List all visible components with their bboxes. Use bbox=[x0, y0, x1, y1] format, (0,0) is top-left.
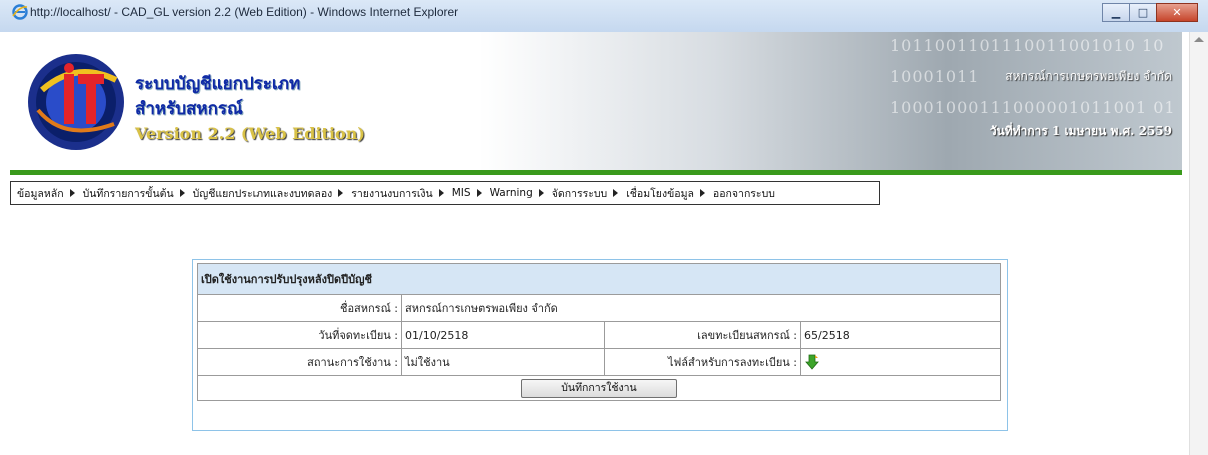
coop-name-header: สหกรณ์การเกษตรพอเพียง จำกัด bbox=[1005, 69, 1172, 83]
registration-file-cell bbox=[800, 348, 1001, 376]
menu-item-master-data[interactable]: ข้อมูลหลัก bbox=[17, 185, 83, 202]
registration-file-label: ไฟล์สำหรับการลงทะเบียน : bbox=[604, 348, 801, 376]
submenu-arrow-icon bbox=[338, 189, 344, 197]
banner-binary-decoration: 10001011 bbox=[890, 67, 980, 86]
maximize-button[interactable]: □ bbox=[1129, 3, 1157, 22]
coop-name-value: สหกรณ์การเกษตรพอเพียง จำกัด bbox=[401, 294, 1001, 322]
banner-divider bbox=[10, 170, 1182, 175]
submenu-arrow-icon bbox=[699, 189, 705, 197]
coop-info-table: เปิดใช้งานการปรับปรุงหลังปิดปีบัญชี ชื่อ… bbox=[197, 263, 1001, 401]
banner-binary-decoration: 1011001101110011001010 10 bbox=[890, 36, 1165, 55]
minimize-icon: ▁ bbox=[1111, 6, 1121, 19]
menu-item-label: จัดการระบบ bbox=[551, 187, 608, 200]
reopen-adjustment-panel: เปิดใช้งานการปรับปรุงหลังปิดปีบัญชี ชื่อ… bbox=[192, 259, 1008, 431]
page-content: 1011001101110011001010 10 10001011 10001… bbox=[0, 32, 1190, 455]
submenu-arrow-icon bbox=[613, 189, 619, 197]
app-title-line2: สำหรับสหกรณ์ bbox=[135, 99, 243, 119]
reg-date-value: 01/10/2518 bbox=[401, 321, 605, 349]
menu-item-label: MIS bbox=[451, 187, 471, 199]
panel-title: เปิดใช้งานการปรับปรุงหลังปิดปีบัญชี bbox=[197, 263, 1001, 295]
download-arrow-icon[interactable] bbox=[804, 354, 820, 370]
menu-item-financial-report[interactable]: รายงานงบการเงิน bbox=[351, 185, 451, 202]
menu-item-label: รายงานงบการเงิน bbox=[351, 187, 433, 200]
fas-logo-icon bbox=[28, 54, 124, 150]
menu-item-data-link[interactable]: เชื่อมโยงข้อมูล bbox=[626, 185, 713, 202]
banner-binary-decoration: 10001000111000001011001 01 bbox=[890, 98, 1176, 117]
menu-item-ledger[interactable]: บัญชีแยกประเภทและงบทดลอง bbox=[193, 185, 352, 202]
app-version: Version 2.2 (Web Edition) bbox=[135, 124, 365, 143]
menu-item-system-admin[interactable]: จัดการระบบ bbox=[552, 185, 626, 202]
app-title-line1: ระบบบัญชีแยกประเภท bbox=[135, 74, 301, 94]
menu-item-label: ออกจากระบบ bbox=[712, 187, 775, 200]
reg-no-value: 65/2518 bbox=[800, 321, 1001, 349]
submenu-arrow-icon bbox=[179, 189, 185, 197]
submenu-arrow-icon bbox=[476, 189, 482, 197]
maximize-icon: □ bbox=[1137, 6, 1149, 19]
scroll-up-icon[interactable] bbox=[1194, 37, 1204, 42]
main-menu: ข้อมูลหลัก บันทึกรายการขั้นต้น บัญชีแยกป… bbox=[10, 181, 880, 205]
menu-item-logout[interactable]: ออกจากระบบ bbox=[713, 185, 775, 202]
menu-item-label: ข้อมูลหลัก bbox=[17, 187, 64, 200]
menu-item-label: เชื่อมโยงข้อมูล bbox=[626, 187, 694, 200]
vertical-scrollbar[interactable] bbox=[1189, 32, 1208, 455]
close-icon: ✕ bbox=[1172, 6, 1182, 19]
minimize-button[interactable]: ▁ bbox=[1102, 3, 1130, 22]
close-button[interactable]: ✕ bbox=[1156, 3, 1198, 22]
status-value: ไม่ใช้งาน bbox=[401, 348, 605, 376]
menu-item-label: บัญชีแยกประเภทและงบทดลอง bbox=[192, 187, 333, 200]
submenu-arrow-icon bbox=[538, 189, 544, 197]
coop-name-label: ชื่อสหกรณ์ : bbox=[197, 294, 402, 322]
title-bar: http://localhost/ - CAD_GL version 2.2 (… bbox=[0, 0, 1208, 33]
header-banner: 1011001101110011001010 10 10001011 10001… bbox=[10, 32, 1182, 170]
action-row: บันทึกการใช้งาน bbox=[197, 375, 1001, 401]
submenu-arrow-icon bbox=[69, 189, 75, 197]
submenu-arrow-icon bbox=[438, 189, 444, 197]
internet-explorer-icon bbox=[12, 4, 28, 20]
menu-item-label: บันทึกรายการขั้นต้น bbox=[82, 187, 174, 200]
menu-item-warning[interactable]: Warning bbox=[490, 187, 552, 199]
save-usage-button[interactable]: บันทึกการใช้งาน bbox=[521, 378, 677, 398]
status-label: สถานะการใช้งาน : bbox=[197, 348, 402, 376]
reg-date-label: วันที่จดทะเบียน : bbox=[197, 321, 402, 349]
menu-item-label: Warning bbox=[489, 187, 533, 199]
menu-item-mis[interactable]: MIS bbox=[452, 187, 490, 199]
work-date: วันที่ทำการ 1 เมษายน พ.ศ. 2559 bbox=[989, 124, 1172, 138]
browser-window: http://localhost/ - CAD_GL version 2.2 (… bbox=[0, 0, 1208, 455]
menu-item-journal-entry[interactable]: บันทึกรายการขั้นต้น bbox=[83, 185, 193, 202]
window-controls: ▁ □ ✕ bbox=[1102, 3, 1198, 22]
reg-no-label: เลขทะเบียนสหกรณ์ : bbox=[604, 321, 801, 349]
window-title: http://localhost/ - CAD_GL version 2.2 (… bbox=[30, 5, 459, 19]
